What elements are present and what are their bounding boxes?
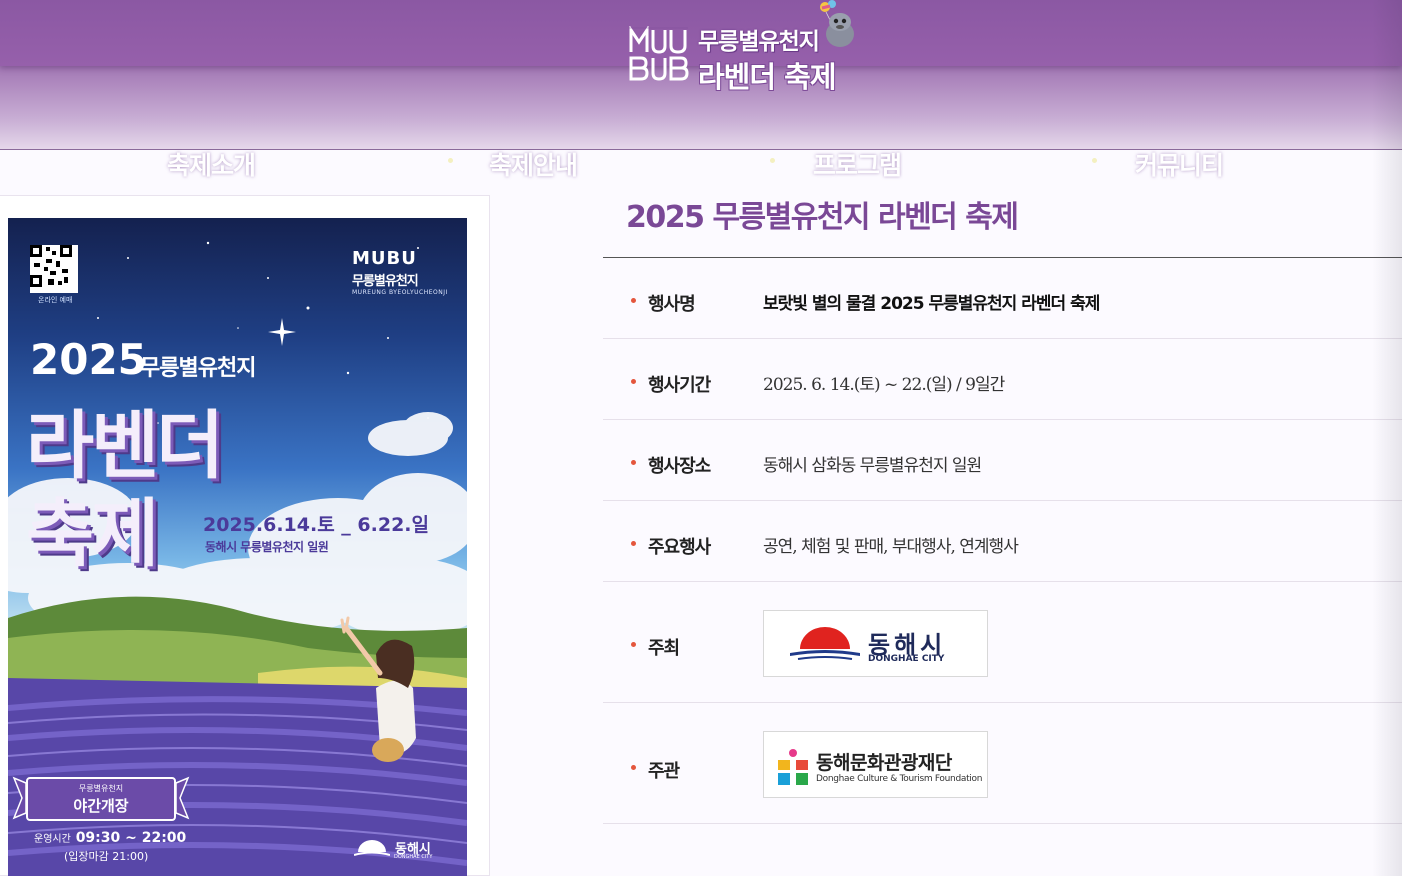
info-label: 행사기간 xyxy=(648,375,711,396)
nav-item-festival-guide[interactable]: 축제안내 xyxy=(489,146,578,182)
nav-separator-dot xyxy=(770,158,775,163)
info-row-venue: 행사장소 동해시 삼화동 무릉별유천지 일원 xyxy=(603,420,1402,501)
poster-hours-label: 운영시간 xyxy=(34,834,71,845)
nav-item-community[interactable]: 커뮤니티 xyxy=(1135,146,1224,182)
donghae-sun-icon xyxy=(354,840,390,856)
info-row-main-events: 주요행사 공연, 체험 및 판매, 부대행사, 연계행사 xyxy=(603,501,1402,582)
main-nav: 축제소개 축제안내 프로그램 커뮤니티 xyxy=(0,146,1402,182)
donghae-foundation-logo[interactable]: 동해문화관광재단 Donghae Culture & Tourism Found… xyxy=(763,731,988,798)
site-header: 무릉별유천지 라벤더 축제 xyxy=(0,0,1402,150)
info-row-period: 행사기간 2025. 6. 14.(토) ~ 22.(일) / 9일간 xyxy=(603,339,1402,420)
page-title: 2025 무릉별유천지 라벤더 축제 xyxy=(626,200,1019,235)
poster-night-sub: 무릉별유천지 xyxy=(78,784,124,793)
right-edge-shadow xyxy=(1372,0,1402,876)
foundation-emblem-icon xyxy=(778,749,808,785)
info-row-event-name: 행사명 보랏빛 별의 물결 2025 무릉별유천지 라벤더 축제 xyxy=(603,258,1402,339)
info-value: 공연, 체험 및 판매, 부대행사, 연계행사 xyxy=(763,537,1019,557)
host-logo-en: DONGHAE CITY xyxy=(868,654,945,664)
poster-dates: 2025.6.14.토 _ 6.22.일 xyxy=(203,514,429,536)
organizer-logo-en: Donghae Culture & Tourism Foundation xyxy=(816,774,983,784)
info-label: 행사명 xyxy=(648,294,696,315)
info-value: 2025. 6. 14.(토) ~ 22.(일) / 9일간 xyxy=(763,375,1005,395)
bullet-icon xyxy=(631,541,636,546)
info-label: 주관 xyxy=(648,761,680,782)
info-value: 동해시 삼화동 무릉별유천지 일원 xyxy=(763,456,982,476)
bullet-icon xyxy=(631,298,636,303)
poster-hours-value: 09:30 ~ 22:00 xyxy=(75,830,187,846)
poster-year: 2025 xyxy=(30,335,147,384)
info-row-host: 주최 동해시 DONGHAE CITY xyxy=(603,582,1402,703)
qr-code-icon xyxy=(30,245,72,287)
poster-city-en: DONGHAE CITY xyxy=(394,854,433,860)
logo-title-line-2: 라벤더 축제 xyxy=(698,60,836,94)
poster-brand: MUBU xyxy=(352,248,417,269)
site-logo[interactable]: 무릉별유천지 라벤더 축제 xyxy=(628,0,868,96)
bullet-icon xyxy=(631,765,636,770)
info-label: 행사장소 xyxy=(648,456,711,477)
nav-separator-dot xyxy=(448,158,453,163)
poster-title-line-2: 축제 xyxy=(26,491,159,577)
info-label: 주최 xyxy=(648,638,680,659)
poster-last-entry: (입장마감 21:00) xyxy=(64,850,149,863)
poster-brand-kr: 무릉별유천지 xyxy=(352,274,419,289)
mascot-icon xyxy=(820,0,854,47)
info-value: 보랏빛 별의 물결 2025 무릉별유천지 라벤더 축제 xyxy=(763,294,1100,314)
bullet-icon xyxy=(631,379,636,384)
poster-night-main: 야간개장 xyxy=(73,797,129,815)
poster-hours: 운영시간 09:30 ~ 22:00 xyxy=(34,830,186,846)
nav-item-program[interactable]: 프로그램 xyxy=(813,146,902,182)
nav-separator-dot xyxy=(1092,158,1097,163)
poster-place: 무릉별유천지 xyxy=(140,356,256,381)
poster-qr-code[interactable] xyxy=(30,245,78,293)
info-label: 주요행사 xyxy=(648,537,711,558)
bullet-icon xyxy=(631,460,636,465)
bullet-icon xyxy=(631,642,636,647)
organizer-logo-name: 동해문화관광재단 xyxy=(816,752,952,774)
poster-night-ribbon: 무릉별유천지 야간개장 xyxy=(26,777,176,821)
festival-poster[interactable]: 온라인 예매 MUBU 무릉별유천지 MUREUNG BYEOLYUCHEONJ… xyxy=(8,218,467,876)
donghae-city-emblem-icon xyxy=(790,627,860,660)
poster-location: 동해시 무릉별유천지 일원 xyxy=(205,540,329,554)
info-row-organizer: 주관 동해문화관광재단 Donghae Culture & Tourism Fo… xyxy=(603,703,1402,824)
poster-qr-label: 온라인 예매 xyxy=(38,296,73,304)
logo-title-line-1: 무릉별유천지 xyxy=(698,29,820,55)
donghae-city-logo[interactable]: 동해시 DONGHAE CITY xyxy=(763,610,988,677)
mubu-logo-icon xyxy=(629,26,689,81)
poster-brand-en: MUREUNG BYEOLYUCHEONJI xyxy=(352,289,448,296)
nav-item-festival-intro[interactable]: 축제소개 xyxy=(167,146,256,182)
